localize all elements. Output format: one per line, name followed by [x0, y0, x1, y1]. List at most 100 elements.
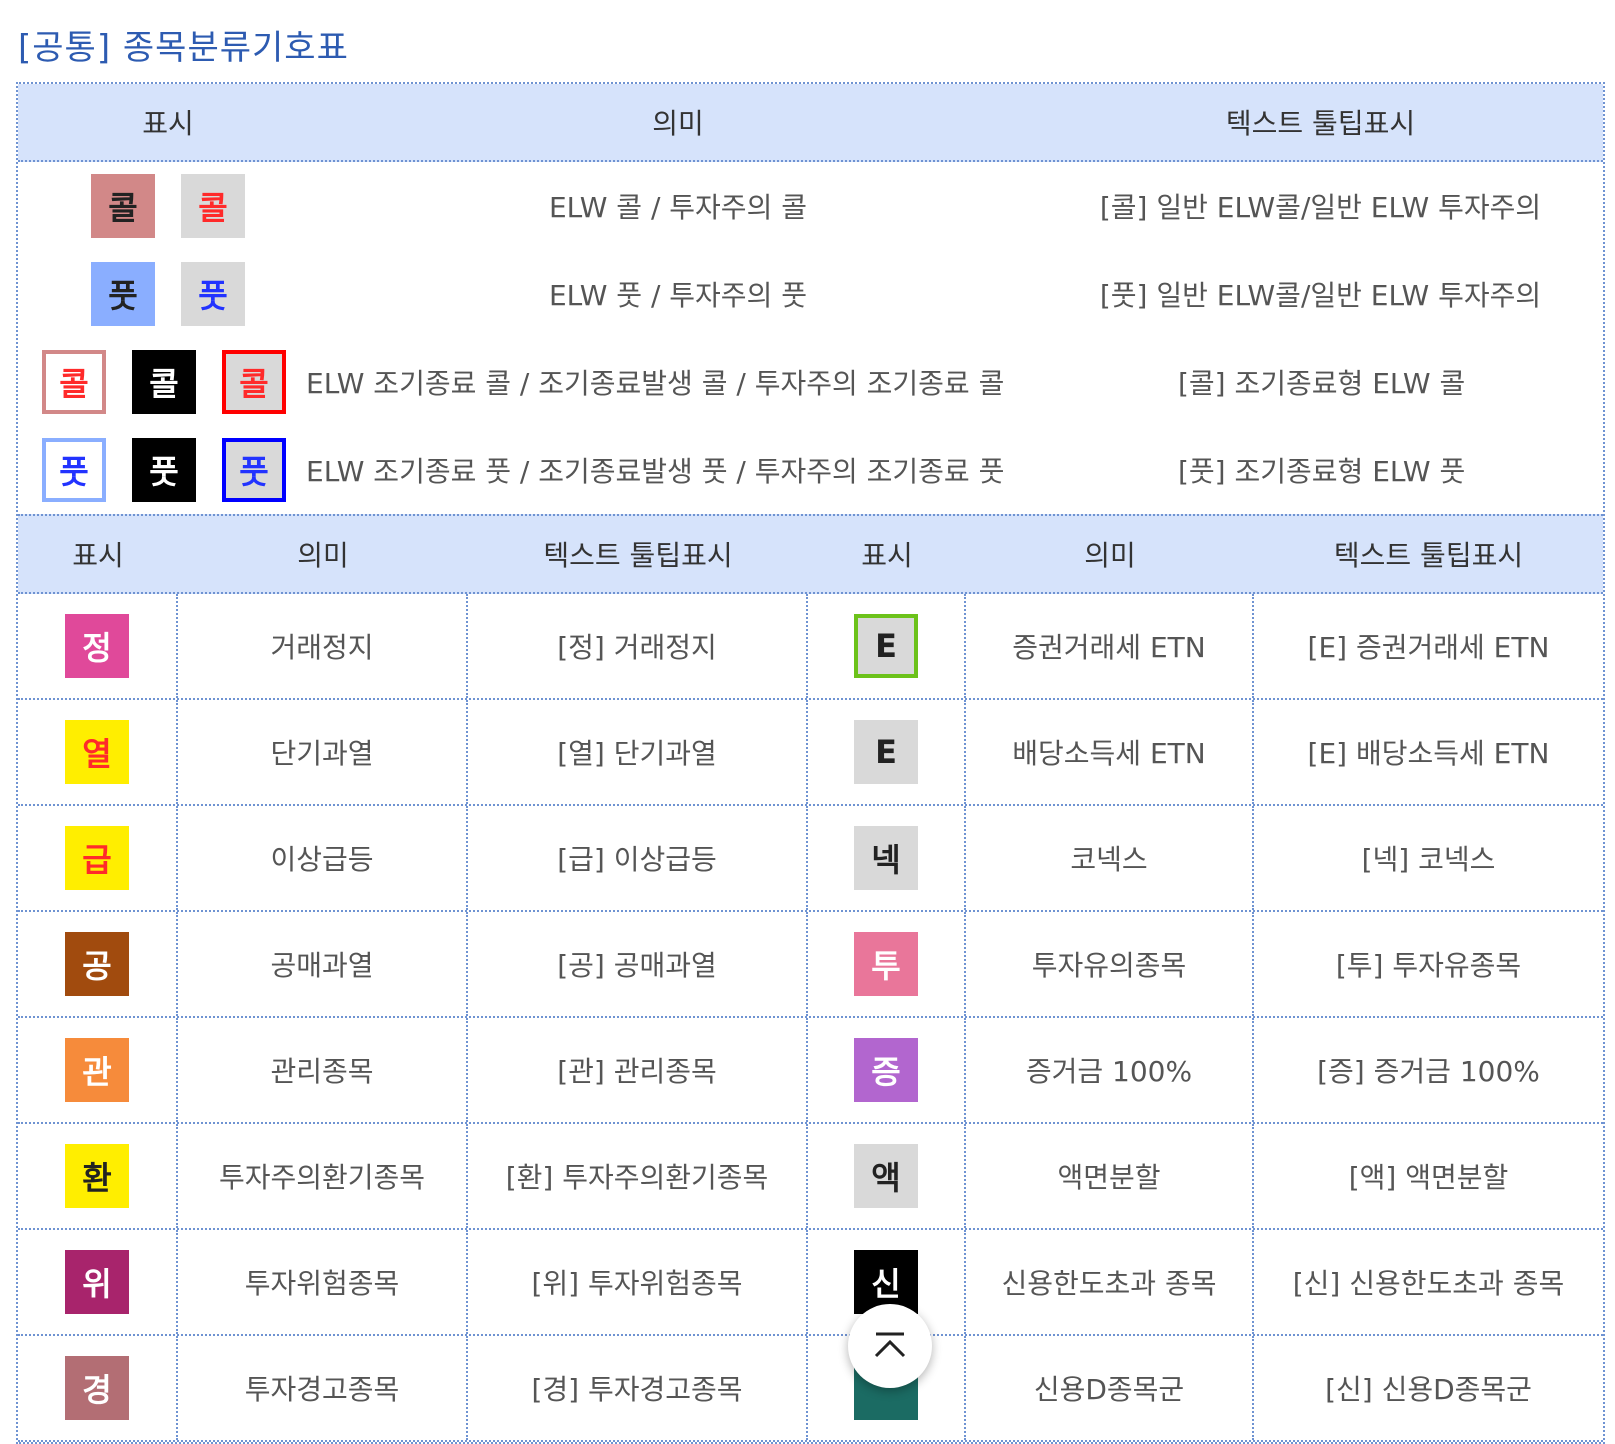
symbol-badge: 풋: [42, 438, 106, 502]
header-meaning: 의미: [1084, 539, 1136, 572]
symbol-badge: 콜: [42, 350, 106, 414]
scroll-to-top-button[interactable]: [848, 1304, 932, 1388]
symbol-row: 콜 콜 콜 ELW 조기종료 콜 / 조기종료발생 콜 / 투자주의 조기종료 콜 [콜…: [18, 338, 1603, 426]
header-meaning: 의미: [652, 107, 704, 140]
tooltip-text: [풋] 조기종료형 ELW 풋: [1178, 455, 1466, 488]
symbol-badge: 열: [65, 720, 129, 784]
badge-group: 콜콜콜: [18, 350, 298, 414]
display-cell: 정: [18, 594, 178, 698]
tooltip-cell: [투] 투자유종목: [1335, 949, 1522, 982]
header-meaning: 의미: [297, 539, 349, 572]
meaning-text: ELW 풋 / 투자주의 풋: [548, 279, 807, 312]
table-row: 위 투자위험종목 [위] 투자위험종목 신 신용한도초과 종목 [신] 신용한도초과 종목: [18, 1230, 1603, 1336]
symbol-badge: 투: [854, 932, 918, 996]
meaning-cell: 투자주의환기종목: [178, 1124, 468, 1228]
meaning-cell: 투자경고종목: [178, 1336, 468, 1440]
meaning-cell: 거래정지: [178, 594, 468, 698]
symbol-badge: 콜: [132, 350, 196, 414]
chevron-up-icon: [874, 1332, 906, 1358]
page-title: [공통] 종목분류기호표: [18, 28, 349, 68]
header-display: 표시: [861, 539, 913, 572]
tooltip-cell: [E] 증권거래세 ETN: [1307, 631, 1550, 664]
symbol-badge: 경: [65, 1356, 129, 1420]
badge-group: 콜콜: [18, 174, 318, 238]
table-row: 공 공매과열 [공] 공매과열 투 투자유의종목 [투] 투자유종목: [18, 912, 1603, 1018]
symbol-badge: 액: [854, 1144, 918, 1208]
tooltip-cell: [신] 신용한도초과 종목: [1292, 1267, 1565, 1300]
symbol-badge: 넥: [854, 826, 918, 890]
symbol-row: 풋 풋 풋 ELW 조기종료 풋 / 조기종료발생 풋 / 투자주의 조기종료 풋 [풋…: [18, 426, 1603, 514]
symbol-badge: 증: [854, 1038, 918, 1102]
table-row: 환 투자주의환기종목 [환] 투자주의환기종목 액 액면분할 [액] 액면분할: [18, 1124, 1603, 1230]
display-cell: 열: [18, 700, 178, 804]
table-row: 열 단기과열 [열] 단기과열 E 배당소득세 ETN [E] 배당소득세 ETN: [18, 700, 1603, 806]
header-tooltip: 텍스트 툴팁표시: [1225, 107, 1416, 140]
tooltip-cell: [위] 투자위험종목: [468, 1230, 808, 1334]
header-tooltip: 텍스트 툴팁표시: [1333, 539, 1524, 572]
symbol-badge: E: [854, 720, 918, 784]
header-display: 표시: [72, 539, 124, 572]
header-display: 표시: [142, 107, 194, 140]
tooltip-cell: [열] 단기과열: [468, 700, 808, 804]
table-row: 급 이상급등 [급] 이상급등 넥 코넥스 [넥] 코넥스: [18, 806, 1603, 912]
symbol-badge: 공: [65, 932, 129, 996]
meaning-cell: 배당소득세 ETN: [966, 700, 1254, 804]
grid-rows: 정 거래정지 [정] 거래정지 E 증권거래세 ETN [E] 증권거래세 ETN 열 단기과…: [18, 594, 1603, 1442]
top-header-row: 표시 의미 텍스트 툴팁표시: [18, 84, 1603, 162]
symbol-badge: 콜: [91, 174, 155, 238]
display-cell: 환: [18, 1124, 178, 1228]
meaning-cell: 증권거래세 ETN: [966, 594, 1254, 698]
meaning-cell: 액면분할: [966, 1124, 1254, 1228]
display-cell: E: [808, 700, 966, 804]
meaning-cell: 신용D종목군: [966, 1336, 1254, 1440]
tooltip-cell: [관] 관리종목: [468, 1018, 808, 1122]
symbol-badge: 풋: [132, 438, 196, 502]
tooltip-cell: [정] 거래정지: [468, 594, 808, 698]
meaning-cell: 이상급등: [178, 806, 468, 910]
meaning-cell: 코넥스: [966, 806, 1254, 910]
meaning-text: ELW 콜 / 투자주의 콜: [548, 191, 807, 224]
sub-header-row: 표시 의미 텍스트 툴팁표시 표시 의미 텍스트 툴팁표시: [18, 514, 1603, 594]
badge-group: 풋풋풋: [18, 438, 298, 502]
display-cell: 급: [18, 806, 178, 910]
tooltip-cell: [넥] 코넥스: [1361, 843, 1496, 876]
meaning-text: ELW 조기종료 콜 / 조기종료발생 콜 / 투자주의 조기종료 콜: [306, 367, 1005, 400]
symbol-badge: 콜: [222, 350, 286, 414]
table-row: 정 거래정지 [정] 거래정지 E 증권거래세 ETN [E] 증권거래세 ETN: [18, 594, 1603, 700]
symbol-row: 풋 풋 ELW 풋 / 투자주의 풋 [풋] 일반 ELW콜/일반 ELW 투자주의: [18, 250, 1603, 338]
table-row: 경 투자경고종목 [경] 투자경고종목 신용D종목군 [신] 신용D종목군: [18, 1336, 1603, 1442]
tooltip-cell: [신] 신용D종목군: [1325, 1373, 1532, 1406]
tooltip-cell: [환] 투자주의환기종목: [468, 1124, 808, 1228]
symbol-badge: 환: [65, 1144, 129, 1208]
symbol-badge: 위: [65, 1250, 129, 1314]
symbol-badge: 정: [65, 614, 129, 678]
meaning-cell: 단기과열: [178, 700, 468, 804]
symbol-classification-table: 표시 의미 텍스트 툴팁표시 콜 콜 ELW 콜 / 투자주의 콜 [콜] 일반 EL…: [16, 82, 1605, 1444]
display-cell: 경: [18, 1336, 178, 1440]
display-cell: 투: [808, 912, 966, 1016]
meaning-text: ELW 조기종료 풋 / 조기종료발생 풋 / 투자주의 조기종료 풋: [306, 455, 1005, 488]
symbol-badge: 콜: [181, 174, 245, 238]
display-cell: 액: [808, 1124, 966, 1228]
tooltip-cell: [급] 이상급등: [468, 806, 808, 910]
display-cell: 관: [18, 1018, 178, 1122]
meaning-cell: 투자유의종목: [966, 912, 1254, 1016]
tooltip-cell: [증] 증거금 100%: [1317, 1055, 1540, 1088]
symbol-badge: 풋: [222, 438, 286, 502]
display-cell: 공: [18, 912, 178, 1016]
tooltip-text: [풋] 일반 ELW콜/일반 ELW 투자주의: [1099, 279, 1542, 312]
symbol-badge: 풋: [181, 262, 245, 326]
meaning-cell: 증거금 100%: [966, 1018, 1254, 1122]
symbol-row: 콜 콜 ELW 콜 / 투자주의 콜 [콜] 일반 ELW콜/일반 ELW 투자주의: [18, 162, 1603, 250]
badge-group: 풋풋: [18, 262, 318, 326]
symbol-badge: 풋: [91, 262, 155, 326]
meaning-cell: 투자위험종목: [178, 1230, 468, 1334]
symbol-badge: 급: [65, 826, 129, 890]
tooltip-cell: [경] 투자경고종목: [468, 1336, 808, 1440]
display-cell: 증: [808, 1018, 966, 1122]
display-cell: E: [808, 594, 966, 698]
display-cell: 위: [18, 1230, 178, 1334]
top-rows: 콜 콜 ELW 콜 / 투자주의 콜 [콜] 일반 ELW콜/일반 ELW 투자주의 풋…: [18, 162, 1603, 514]
meaning-cell: 공매과열: [178, 912, 468, 1016]
header-tooltip: 텍스트 툴팁표시: [543, 539, 733, 572]
